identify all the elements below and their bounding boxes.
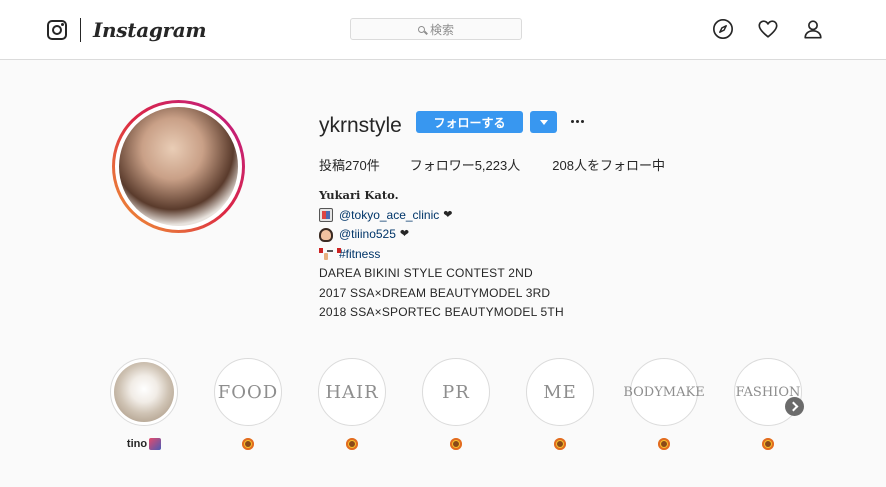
explore-compass-icon[interactable] <box>712 18 734 40</box>
username: ykrnstyle <box>319 114 402 137</box>
search-placeholder: 検索 <box>429 22 454 37</box>
more-dot <box>570 119 574 123</box>
highlights-next-button[interactable] <box>785 397 804 416</box>
display-name: Yukari Kato. <box>319 188 399 202</box>
sunflower-icon <box>554 438 566 450</box>
heart-emoji: ❤ <box>399 228 410 240</box>
profile-bio: Yukari Kato. @tokyo_ace_clinic ❤ @tiiino… <box>319 186 564 323</box>
highlight-label-text: tino <box>126 438 148 450</box>
profile-icon[interactable] <box>802 18 824 40</box>
sunflower-icon <box>658 438 670 450</box>
highlight-cover: PR <box>422 358 490 426</box>
bio-text: 2017 SSA×DREAM BEAUTYMODEL 3RD <box>319 285 551 300</box>
logo[interactable]: Instagram <box>47 17 207 43</box>
highlight-title: ME <box>543 381 577 403</box>
highlight-label <box>450 437 462 451</box>
highlight-item[interactable]: tino <box>92 358 196 451</box>
bio-text: DAREA BIKINI STYLE CONTEST 2ND <box>319 266 533 280</box>
more-dot <box>580 119 584 123</box>
bio-contest-line: 2017 SSA×DREAM BEAUTYMODEL 3RD <box>319 284 564 304</box>
search-input[interactable]: 検索 <box>350 18 522 40</box>
sunflower-icon <box>346 438 358 450</box>
bio-text: 2018 SSA×SPORTEC BEAUTYMODEL 5TH <box>319 305 564 319</box>
highlight-title: BODYMAKE <box>623 384 705 400</box>
highlight-cover <box>110 358 178 426</box>
logo-divider <box>80 18 81 42</box>
search-icon <box>417 25 425 33</box>
logo-text: Instagram <box>93 18 207 42</box>
highlight-item[interactable]: HAIR <box>300 358 404 451</box>
highlight-label <box>346 437 358 451</box>
emoji-icon <box>149 438 162 450</box>
story-highlights: tino FOOD HAIR PR ME BODYMAKE FASHION <box>92 358 820 451</box>
camera-icon <box>47 20 67 40</box>
heart-icon[interactable] <box>757 18 779 40</box>
posts-count: 投稿270件 <box>319 158 380 173</box>
chevron-down-icon <box>539 119 548 125</box>
highlight-item[interactable]: ME <box>508 358 612 451</box>
face-icon <box>319 227 333 242</box>
more-dot <box>575 119 579 123</box>
heart-emoji: ❤ <box>443 208 453 221</box>
highlight-item[interactable]: PR <box>404 358 508 451</box>
clinic-icon <box>319 208 333 223</box>
dumbbell-icon <box>319 247 341 261</box>
highlight-photo <box>114 362 174 422</box>
bio-mention-link[interactable]: @tiiino525 <box>339 225 396 245</box>
highlight-label <box>762 437 774 451</box>
followers-count[interactable]: フォロワー5,223人 <box>410 155 521 174</box>
suggested-dropdown-button[interactable] <box>530 111 557 133</box>
highlight-cover: BODYMAKE <box>623 358 705 426</box>
highlight-cover: FOOD <box>214 358 282 426</box>
bio-line: @tokyo_ace_clinic ❤ <box>319 206 564 226</box>
highlight-label <box>658 437 670 451</box>
avatar <box>119 107 238 226</box>
profile-avatar-frame <box>115 103 242 230</box>
highlight-label <box>554 437 566 451</box>
profile-avatar-ring[interactable] <box>112 100 245 233</box>
highlight-title: PR <box>442 381 470 403</box>
more-options-button[interactable] <box>568 110 586 132</box>
bio-contest-line: DAREA BIKINI STYLE CONTEST 2ND <box>319 264 564 284</box>
following-count[interactable]: 208人をフォロー中 <box>552 155 665 174</box>
highlight-label: tino <box>126 437 162 451</box>
sunflower-icon <box>242 438 254 450</box>
bio-hashtag-link[interactable]: #fitness <box>339 245 380 265</box>
highlight-item[interactable]: FASHION <box>716 358 820 451</box>
highlight-title: FOOD <box>217 381 279 403</box>
highlight-cover: ME <box>526 358 594 426</box>
top-nav-bar: Instagram 検索 <box>0 0 886 60</box>
highlight-item[interactable]: FOOD <box>196 358 300 451</box>
highlight-title: HAIR <box>325 381 379 403</box>
highlight-item[interactable]: BODYMAKE <box>612 358 716 451</box>
profile-stats: 投稿270件 フォロワー5,223人 208人をフォロー中 <box>319 155 665 174</box>
sunflower-icon <box>450 438 462 450</box>
highlight-cover: HAIR <box>318 358 386 426</box>
follow-button[interactable]: フォローする <box>416 111 523 133</box>
bio-line: @tiiino525 ❤ <box>319 225 564 245</box>
bio-line: #fitness <box>319 245 564 265</box>
bio-contest-line: 2018 SSA×SPORTEC BEAUTYMODEL 5TH <box>319 303 564 323</box>
bio-mention-link[interactable]: @tokyo_ace_clinic <box>339 206 439 226</box>
highlight-label <box>242 437 254 451</box>
nav-icons <box>712 18 824 40</box>
sunflower-icon <box>762 438 774 450</box>
